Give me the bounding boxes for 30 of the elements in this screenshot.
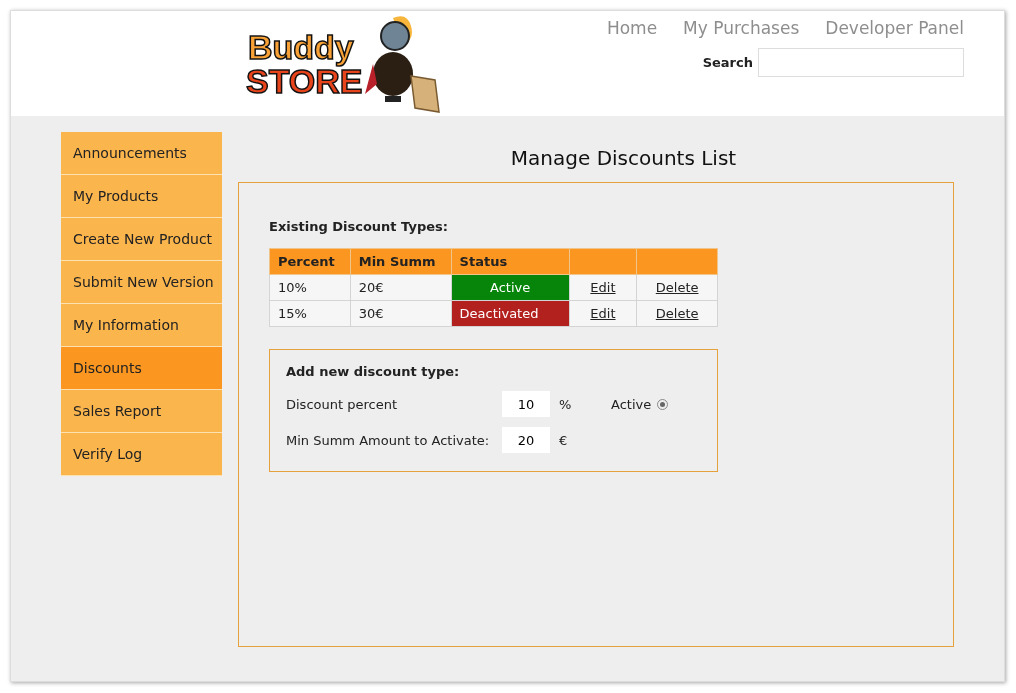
page-title: Manage Discounts List bbox=[509, 146, 738, 170]
sidebar-item[interactable]: Create New Product bbox=[61, 218, 222, 261]
unit-label: € bbox=[559, 432, 569, 448]
column-header: Min Summ bbox=[350, 248, 452, 275]
sidebar-item[interactable]: Discounts bbox=[61, 347, 222, 390]
table-cell: 15% bbox=[269, 300, 351, 327]
sidebar-item[interactable]: Announcements bbox=[61, 132, 222, 175]
logo-text: Buddy bbox=[248, 29, 355, 64]
sidebar-item[interactable]: Submit New Version bbox=[61, 261, 222, 304]
sidebar-item[interactable]: My Information bbox=[61, 304, 222, 347]
sidebar-item[interactable]: My Products bbox=[61, 175, 222, 218]
unit-label: % bbox=[559, 396, 573, 412]
column-header: Status bbox=[451, 248, 570, 275]
section-heading: Add new discount type: bbox=[286, 364, 461, 379]
status-cell: Active bbox=[451, 274, 570, 301]
status-cell: Deactivated bbox=[451, 300, 570, 327]
search-label: Search bbox=[702, 55, 753, 70]
table-cell: 10% bbox=[269, 274, 351, 301]
sidebar-item[interactable]: Verify Log bbox=[61, 433, 222, 476]
field-label: Discount percent bbox=[286, 396, 398, 412]
sidebar-item[interactable]: Sales Report bbox=[61, 390, 222, 433]
column-header: Percent bbox=[269, 248, 351, 275]
search-field[interactable] bbox=[758, 48, 964, 77]
field-label: Min Summ Amount to Activate: bbox=[286, 432, 491, 448]
section-heading: Existing Discount Types: bbox=[269, 219, 449, 234]
radio-label: Active bbox=[611, 396, 652, 412]
table-cell: 30€ bbox=[350, 300, 452, 327]
percent-field[interactable]: 10 bbox=[502, 391, 550, 417]
table-cell: 20€ bbox=[350, 274, 452, 301]
min-summ-field[interactable]: 20 bbox=[502, 427, 550, 453]
